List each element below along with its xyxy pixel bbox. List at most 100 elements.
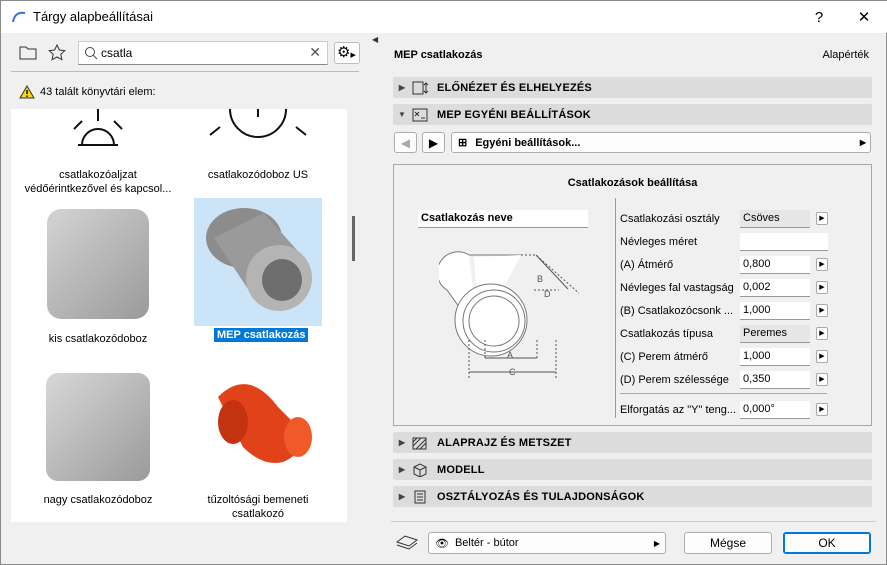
next-page-button[interactable]: ▶ xyxy=(422,132,445,153)
param-label: Névleges fal vastagság xyxy=(620,282,734,294)
preview-icon xyxy=(412,81,429,94)
eye-icon: 👁 xyxy=(435,537,449,550)
param-menu-arrow-icon[interactable]: ▶ xyxy=(816,304,828,317)
search-input[interactable]: csatla ✕ xyxy=(78,41,328,65)
param-value-field[interactable] xyxy=(740,233,828,251)
item-label: MEP csatlakozás xyxy=(214,328,309,342)
panel-divider xyxy=(615,198,616,418)
section-label: ALAPRAJZ ÉS METSZET xyxy=(437,436,572,449)
previous-page-button[interactable]: ◀ xyxy=(394,132,417,153)
param-label: (D) Perem szélessége xyxy=(620,374,729,386)
section-plan-section[interactable]: ▶ ALAPRAJZ ÉS METSZET xyxy=(393,432,872,453)
rows-divider xyxy=(620,393,827,394)
panel-title: Csatlakozások beállítása xyxy=(567,177,698,189)
page-select[interactable]: ⊞ Egyéni beállítások... ▶ xyxy=(451,132,871,153)
warning-icon xyxy=(19,85,35,99)
result-count-text: 43 talált könyvtári elem: xyxy=(40,86,156,98)
cancel-button[interactable]: Mégse xyxy=(684,532,772,554)
dropdown-arrow-icon: ▶ xyxy=(859,138,866,147)
param-value-field[interactable]: 1,000 xyxy=(740,302,810,320)
param-label: Elforgatás az "Y" teng... xyxy=(620,404,737,416)
diagram-label-c: C xyxy=(509,367,516,377)
settings-gear-button[interactable]: ⚙▶ xyxy=(334,42,360,64)
param-value-field[interactable]: 0,800 xyxy=(740,256,810,274)
param-value-field[interactable]: 0,002 xyxy=(740,279,810,297)
library-item[interactable]: nagy csatlakozódoboz xyxy=(23,367,173,507)
param-menu-arrow-icon[interactable]: ▶ xyxy=(816,373,828,386)
page-select-value: Egyéni beállítások... xyxy=(475,136,581,149)
custom-settings-icon xyxy=(412,108,428,121)
param-value-field[interactable]: 1,000 xyxy=(740,348,810,366)
section-label: MODELL xyxy=(437,463,485,476)
param-label: Csatlakozás típusa xyxy=(620,328,713,340)
clear-search-icon[interactable]: ✕ xyxy=(309,44,321,61)
param-label: Csatlakozási osztály xyxy=(620,213,720,225)
search-value: csatla xyxy=(101,46,133,60)
item-label: csatlakozóaljzat védőérintkezővel és kap… xyxy=(24,169,172,195)
param-value-field[interactable]: Csöves xyxy=(740,210,810,228)
pipe-connector-thumbnail xyxy=(206,208,312,311)
app-logo-icon xyxy=(12,11,26,23)
collapse-panel-icon[interactable]: ◀ xyxy=(372,35,378,44)
param-value-field[interactable]: 0,000° xyxy=(740,401,810,419)
connection-diagram: B D A C xyxy=(439,251,579,380)
section-preview[interactable]: ▶ ELŐNÉZET ÉS ELHELYEZÉS xyxy=(393,77,872,98)
model-cube-icon xyxy=(413,462,427,477)
connection-name-field[interactable]: Csatlakozás neve xyxy=(418,210,588,228)
item-label: csatlakozódoboz US xyxy=(207,169,309,181)
library-item[interactable]: kis csatlakozódoboz xyxy=(23,204,173,346)
section-label: MEP EGYÉNI BEÁLLÍTÁSOK xyxy=(437,108,591,121)
document-list-icon xyxy=(414,490,426,503)
layer-icon xyxy=(396,535,418,550)
param-label: (A) Átmérő xyxy=(620,259,674,271)
param-label: (B) Csatlakozócsonk ... xyxy=(620,305,734,317)
grid-scrollbar-thumb[interactable] xyxy=(352,216,355,261)
default-label: Alapérték xyxy=(822,49,869,61)
param-menu-arrow-icon[interactable]: ▶ xyxy=(816,403,828,416)
section-classification[interactable]: ▶ OSZTÁLYOZÁS ÉS TULAJDONSÁGOK xyxy=(393,486,872,507)
section-model[interactable]: ▶ MODELL xyxy=(393,459,872,480)
param-menu-arrow-icon[interactable]: ▶ xyxy=(816,281,828,294)
library-items-grid: csatlakozóaljzat védőérintkezővel és kap… xyxy=(11,109,347,522)
junction-box-thumbnail xyxy=(46,373,150,481)
gear-icon: ⚙ xyxy=(337,44,351,61)
param-menu-arrow-icon[interactable]: ▶ xyxy=(816,350,828,363)
diagram-label-b: B xyxy=(537,274,543,284)
title-bar: Tárgy alapbeállításai ? ✕ xyxy=(1,1,887,33)
library-item[interactable]: tűzoltósági bemeneti csatlakozó xyxy=(183,367,333,521)
fire-inlet-thumbnail xyxy=(218,384,312,463)
param-menu-arrow-icon[interactable]: ▶ xyxy=(816,258,828,271)
param-label: Névleges méret xyxy=(620,236,698,248)
folder-icon[interactable] xyxy=(19,45,37,60)
param-value-field[interactable]: Peremes xyxy=(740,325,810,343)
layer-select[interactable]: 👁 Beltér - bútor ▶ xyxy=(428,532,666,554)
ok-button[interactable]: OK xyxy=(783,532,871,554)
library-item[interactable]: csatlakozóaljzat védőérintkezővel és kap… xyxy=(23,109,173,196)
search-result-status: 43 talált könyvtári elem: xyxy=(19,85,156,99)
param-menu-arrow-icon[interactable]: ▶ xyxy=(816,327,828,340)
help-button[interactable]: ? xyxy=(797,1,841,33)
library-item[interactable]: csatlakozódoboz US xyxy=(183,109,333,182)
library-item-selected[interactable]: MEP csatlakozás xyxy=(194,198,322,342)
search-icon xyxy=(85,47,98,60)
diagram-label-a: A xyxy=(507,350,513,360)
section-custom-settings[interactable]: ▼ MEP EGYÉNI BEÁLLÍTÁSOK xyxy=(393,104,872,125)
param-menu-arrow-icon[interactable]: ▶ xyxy=(816,212,828,225)
plan-icon xyxy=(412,437,427,449)
item-label: kis csatlakozódoboz xyxy=(48,333,148,345)
section-label: OSZTÁLYOZÁS ÉS TULAJDONSÁGOK xyxy=(437,490,645,503)
divider xyxy=(11,71,359,72)
layer-value: Beltér - bútor xyxy=(454,537,519,549)
close-button[interactable]: ✕ xyxy=(842,1,886,33)
window-title: Tárgy alapbeállításai xyxy=(33,9,153,24)
object-name-heading: MEP csatlakozás xyxy=(394,49,483,61)
socket-symbol-icon xyxy=(73,109,123,146)
param-label: (C) Perem átmérő xyxy=(620,351,709,363)
favorites-star-icon[interactable] xyxy=(48,44,66,62)
connection-settings-panel: Csatlakozások beállítása Csatlakozás nev… xyxy=(393,164,872,426)
junction-box-thumbnail xyxy=(47,209,149,319)
param-value-field[interactable]: 0,350 xyxy=(740,371,810,389)
item-label: tűzoltósági bemeneti csatlakozó xyxy=(207,494,309,520)
item-label: nagy csatlakozódoboz xyxy=(43,494,153,506)
section-label: ELŐNÉZET ÉS ELHELYEZÉS xyxy=(437,81,592,94)
